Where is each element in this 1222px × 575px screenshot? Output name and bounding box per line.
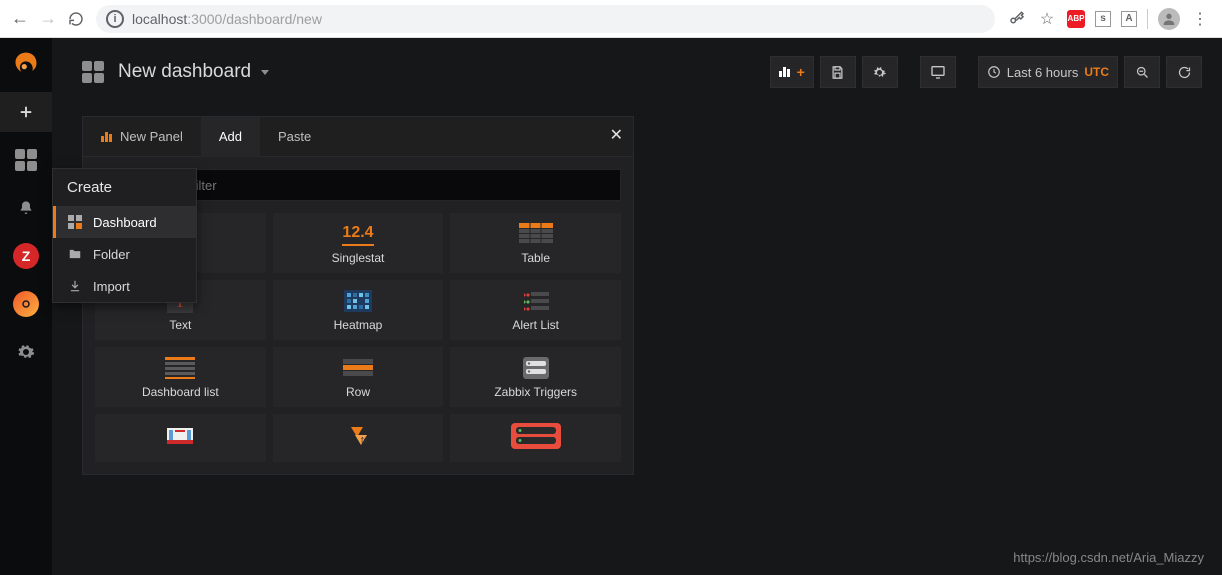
singlestat-icon: 12.4	[342, 222, 373, 246]
extension-s-icon[interactable]: s	[1095, 11, 1111, 27]
card-label: Dashboard list	[142, 385, 219, 399]
panel-extra3-icon	[511, 424, 561, 448]
panel-card-singlestat[interactable]: 12.4 Singlestat	[273, 213, 444, 273]
bars-icon	[101, 132, 112, 142]
url-port: :3000	[187, 11, 222, 27]
zabbix-menu-button[interactable]: Z	[0, 236, 52, 276]
topbar-right: + Last 6 hours UTC	[770, 56, 1202, 88]
url-path: /dashboard/new	[222, 11, 322, 27]
abp-extension-icon[interactable]: ABP	[1067, 10, 1085, 28]
zabbix-triggers-icon	[523, 356, 549, 380]
profile-avatar-icon[interactable]	[1158, 8, 1180, 30]
create-item-dashboard[interactable]: Dashboard	[53, 206, 196, 238]
create-item-label: Import	[93, 279, 130, 294]
bars-icon	[779, 67, 790, 77]
panel-card-zabbix-triggers[interactable]: Zabbix Triggers	[450, 347, 621, 407]
dashboards-menu-button[interactable]	[0, 140, 52, 180]
extension-a-icon[interactable]: A	[1121, 11, 1137, 27]
dashboard-small-icon	[67, 214, 83, 230]
create-title: Create	[53, 169, 196, 206]
kebab-menu-icon[interactable]: ⋮	[1190, 9, 1210, 29]
panel-card-extra3[interactable]	[450, 414, 621, 462]
dashboard-title-dropdown[interactable]: New dashboard	[118, 61, 269, 83]
panel-card-table[interactable]: Table	[450, 213, 621, 273]
browser-chrome: ← → i localhost:3000/dashboard/new ☆ ABP…	[0, 0, 1222, 38]
tab-new-panel-label: New Panel	[120, 129, 183, 144]
create-item-label: Folder	[93, 247, 130, 262]
card-label: Alert List	[512, 318, 559, 332]
key-icon[interactable]	[1007, 9, 1027, 29]
plugin-menu-button[interactable]	[0, 284, 52, 324]
configuration-menu-button[interactable]	[0, 332, 52, 372]
back-button[interactable]: ←	[6, 5, 34, 33]
info-icon: i	[106, 10, 124, 28]
import-icon	[67, 278, 83, 294]
alertlist-icon	[521, 289, 551, 313]
svg-text:fx: fx	[361, 436, 367, 445]
dashboard-icon	[82, 61, 104, 83]
divider	[1147, 9, 1148, 29]
watermark: https://blog.csdn.net/Aria_Miazzy	[1013, 550, 1204, 565]
heatmap-icon	[344, 289, 372, 313]
card-label: Zabbix Triggers	[494, 385, 577, 399]
panel-extra1-icon	[165, 424, 195, 448]
grafana-app: Z New dashboard +	[0, 38, 1222, 575]
panel-card-extra2[interactable]: fx	[273, 414, 444, 462]
panel-card-dashboardlist[interactable]: Dashboard list	[95, 347, 266, 407]
dashboard-title: New dashboard	[118, 61, 251, 83]
panel-extra2-icon: fx	[345, 424, 371, 448]
card-label: Text	[169, 318, 191, 332]
refresh-button[interactable]	[1166, 56, 1202, 88]
card-label: Heatmap	[334, 318, 383, 332]
url-host: localhost	[132, 11, 187, 27]
tab-paste[interactable]: Paste	[260, 117, 329, 157]
chevron-down-icon	[261, 70, 269, 75]
utc-label: UTC	[1084, 65, 1109, 79]
create-menu-button[interactable]	[0, 92, 52, 132]
tv-mode-button[interactable]	[920, 56, 956, 88]
main-area: New dashboard +	[52, 38, 1222, 575]
alerting-menu-button[interactable]	[0, 188, 52, 228]
settings-button[interactable]	[862, 56, 898, 88]
zoom-out-button[interactable]	[1124, 56, 1160, 88]
panel-card-alertlist[interactable]: Alert List	[450, 280, 621, 340]
create-item-folder[interactable]: Folder	[53, 238, 196, 270]
card-label: Singlestat	[332, 251, 385, 265]
tab-add-label: Add	[219, 129, 242, 144]
time-range-label: Last 6 hours	[1007, 65, 1079, 80]
create-item-label: Dashboard	[93, 215, 157, 230]
topbar: New dashboard +	[82, 52, 1202, 92]
close-icon[interactable]: ✕	[610, 125, 623, 145]
create-item-import[interactable]: Import	[53, 270, 196, 302]
card-label: Table	[521, 251, 550, 265]
card-label: Row	[346, 385, 370, 399]
url-bar[interactable]: i localhost:3000/dashboard/new	[96, 5, 995, 33]
zabbix-icon: Z	[13, 243, 39, 269]
folder-icon	[67, 246, 83, 262]
tabs: New Panel Add Paste ✕	[83, 117, 633, 157]
tab-add[interactable]: Add	[201, 117, 260, 157]
tab-new-panel[interactable]: New Panel	[83, 117, 201, 157]
forward-button[interactable]: →	[34, 5, 62, 33]
panel-card-extra1[interactable]	[95, 414, 266, 462]
create-popover: Create Dashboard Folder Import	[52, 168, 197, 303]
table-icon	[519, 222, 553, 246]
grafana-logo[interactable]	[0, 44, 52, 84]
panel-card-heatmap[interactable]: Heatmap	[273, 280, 444, 340]
panel-card-row[interactable]: Row	[273, 347, 444, 407]
time-range-button[interactable]: Last 6 hours UTC	[978, 56, 1118, 88]
star-icon[interactable]: ☆	[1037, 9, 1057, 29]
save-button[interactable]	[820, 56, 856, 88]
reload-button[interactable]	[62, 5, 90, 33]
add-panel-button[interactable]: +	[770, 56, 814, 88]
plugin-icon	[13, 291, 39, 317]
chrome-right-icons: ☆ ABP s A ⋮	[1001, 8, 1216, 30]
tab-paste-label: Paste	[278, 129, 311, 144]
row-icon	[343, 356, 373, 380]
topbar-left: New dashboard	[82, 61, 269, 83]
side-menu: Z	[0, 38, 52, 575]
plus-icon: +	[797, 64, 805, 80]
dashboardlist-icon	[165, 356, 195, 380]
